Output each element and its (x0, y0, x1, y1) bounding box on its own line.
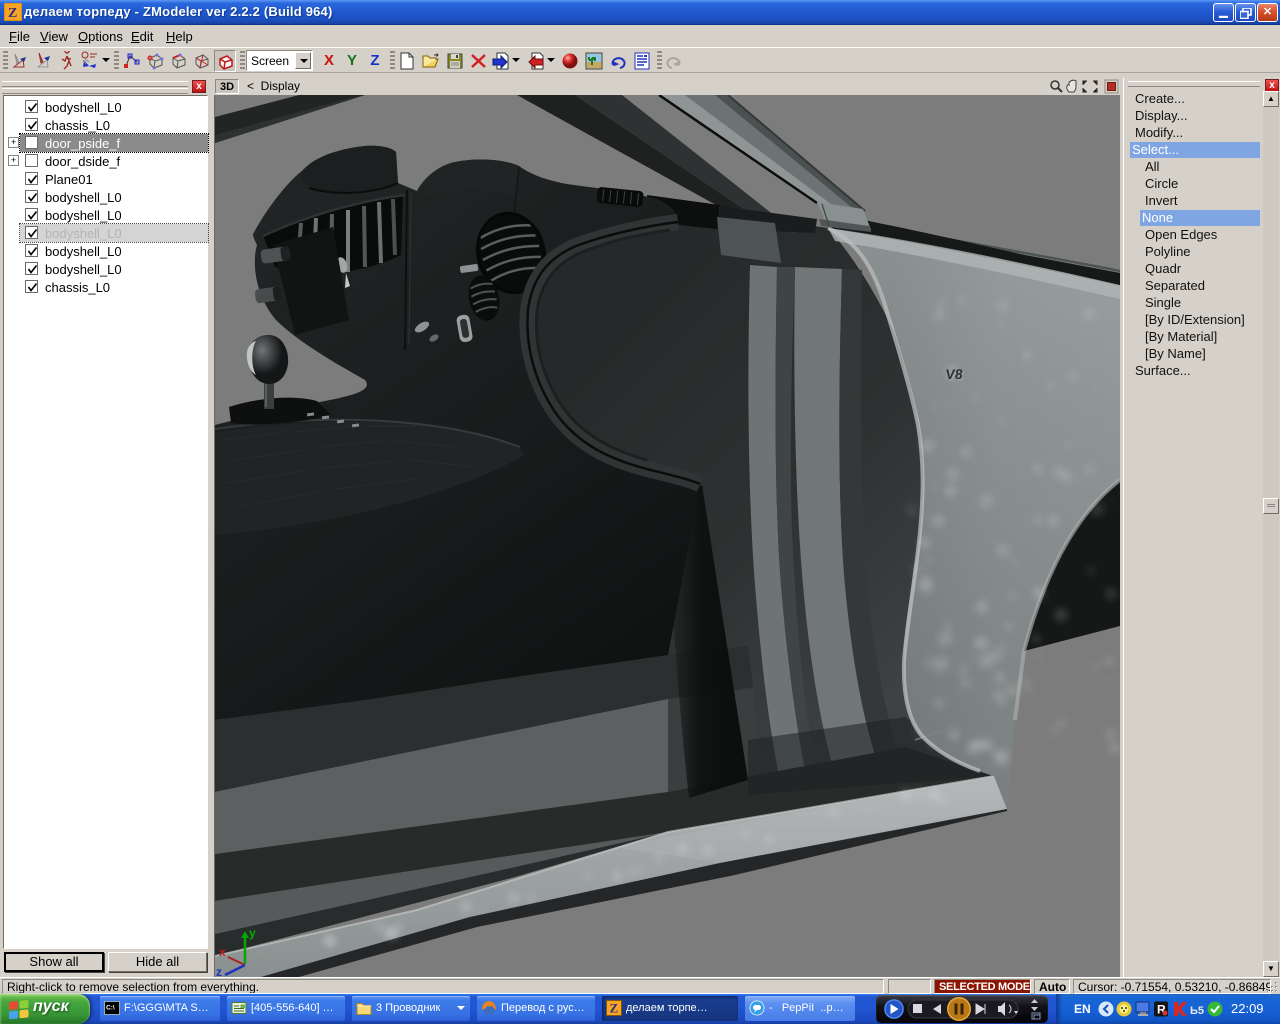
svg-text:z: z (216, 965, 222, 977)
svg-text:V8: V8 (945, 366, 964, 382)
svg-text:Z: Z (610, 1001, 619, 1016)
svg-text:x: x (219, 945, 226, 959)
svg-text:Z: Z (8, 6, 17, 21)
svg-text:Ь5: Ь5 (1190, 1005, 1204, 1017)
svg-text:y: y (249, 926, 256, 940)
svg-text:C:\: C:\ (106, 1005, 115, 1012)
